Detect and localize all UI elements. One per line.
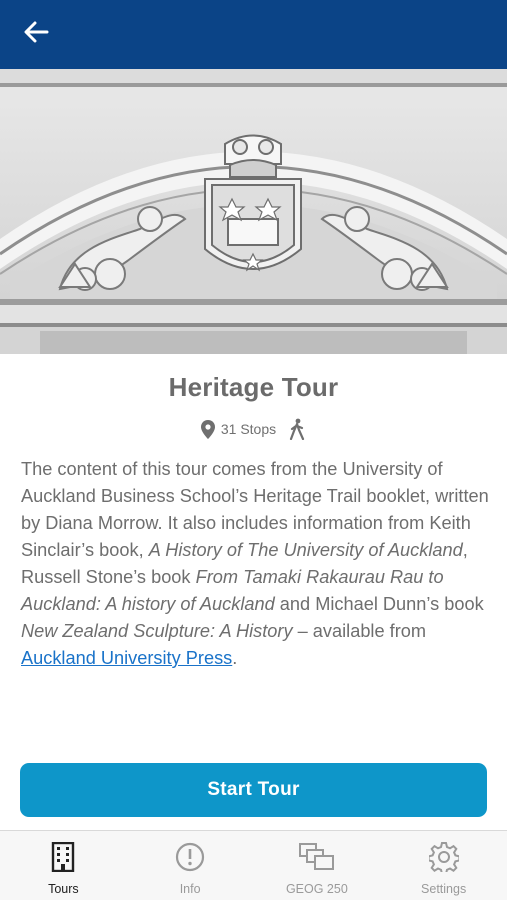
publisher-link[interactable]: Auckland University Press — [21, 648, 232, 668]
tab-label: Settings — [421, 882, 467, 896]
walking-icon — [290, 418, 305, 440]
tab-info[interactable]: Info — [127, 831, 254, 900]
tour-meta: 31 Stops — [0, 418, 507, 440]
top-app-bar — [0, 0, 507, 69]
info-circle-icon — [176, 842, 205, 872]
book-title: A History of The University of Auckland — [148, 540, 463, 560]
tab-tours[interactable]: Tours — [0, 831, 127, 900]
arrow-left-icon — [24, 21, 49, 43]
tour-hero-image — [0, 69, 507, 354]
description-text: . — [232, 648, 238, 668]
tab-label: Tours — [48, 882, 79, 896]
bottom-tab-bar: Tours Info GEOG 250 Settings — [0, 830, 507, 900]
location-pin-icon — [200, 419, 215, 439]
building-icon — [52, 842, 75, 872]
description-text: – available from — [292, 621, 427, 641]
book-title: New Zealand Sculpture: A History — [21, 621, 293, 641]
back-button[interactable] — [18, 17, 54, 47]
gallery-icon — [298, 843, 334, 870]
tab-label: GEOG 250 — [285, 882, 348, 896]
tab-geog250[interactable]: GEOG 250 — [254, 831, 381, 900]
tour-description: The content of this tour comes from the … — [21, 456, 491, 672]
tab-label: Info — [179, 882, 201, 896]
description-text: and Michael Dunn’s book — [274, 594, 484, 614]
tour-title: Heritage Tour — [168, 372, 339, 402]
start-tour-button[interactable]: Start Tour — [20, 763, 487, 817]
gear-icon — [428, 842, 459, 872]
tour-stops-count: 31 Stops — [220, 421, 277, 437]
tab-settings[interactable]: Settings — [380, 831, 507, 900]
